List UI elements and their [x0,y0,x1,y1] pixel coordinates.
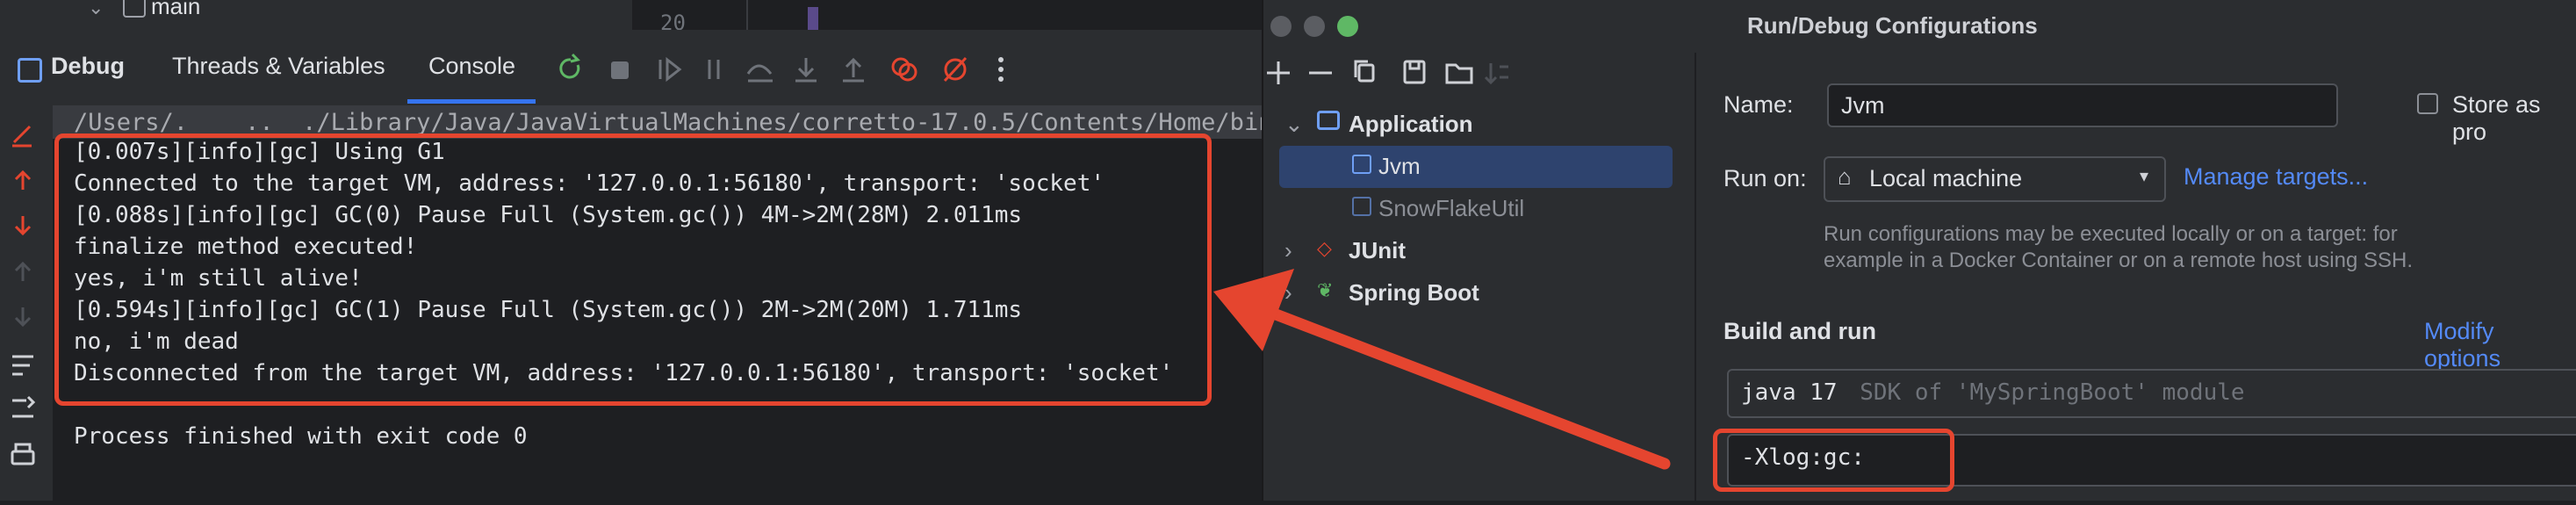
console-left-rail [0,105,53,501]
zoom-window-button[interactable] [1337,16,1358,37]
manage-targets-link[interactable]: Manage targets... [2184,163,2368,191]
step-out-icon[interactable] [843,57,864,83]
folder-icon[interactable] [1445,63,1473,84]
print-icon[interactable] [11,443,35,465]
pencil-icon[interactable] [12,125,32,148]
debug-tool-title: Debug [51,53,125,79]
resume-icon[interactable] [658,56,682,83]
mute-breakpoints-icon[interactable] [943,56,968,83]
build-and-run-heading: Build and run [1723,318,1876,344]
view-breakpoints-icon[interactable] [891,57,917,82]
tree-item-snowflakeutil[interactable]: SnowFlakeUtil [1378,195,1524,222]
scroll-to-end-icon[interactable] [12,395,36,418]
console-exit-line: Process finished with exit code 0 [74,423,528,450]
close-window-button[interactable] [1270,16,1292,37]
tree-item-junit[interactable]: JUnit [1349,237,1406,264]
config-tree-toolbar [1267,60,1508,85]
dialog-title: Run/Debug Configurations [1747,12,2038,39]
sort-icon[interactable] [1484,63,1508,85]
name-field[interactable]: Jvm [1827,83,2338,127]
store-as-project-checkbox[interactable] [2417,93,2438,114]
add-icon[interactable] [1267,61,1290,84]
application-icon [1317,111,1340,130]
chevron-right-icon[interactable]: › [1284,237,1292,264]
run-on-hint-line: Run configurations may be executed local… [1824,222,2398,246]
arrow-up-icon[interactable] [14,170,32,190]
run-on-label: Run on: [1723,165,1807,191]
stop-icon[interactable] [611,61,629,79]
chevron-right-icon[interactable]: › [1284,279,1292,307]
tab-threads-variables[interactable]: Threads & Variables [172,53,385,80]
gc-log-highlight-box [54,133,1212,406]
run-on-value: Local machine [1869,165,2023,191]
editor-caret [808,7,818,30]
arrow-up-disabled-icon[interactable] [14,261,32,281]
debug-icon [18,58,42,83]
copy-icon[interactable] [1354,60,1375,83]
tree-item-jvm-selected[interactable] [1279,146,1673,188]
save-icon[interactable] [1403,60,1426,84]
run-on-hint-line: example in a Docker Container or on a re… [1824,249,2414,272]
spring-boot-icon: ❦ [1317,279,1334,301]
chevron-down-icon[interactable]: ⌄ [1284,111,1304,138]
home-icon: ⌂ [1838,163,1852,190]
jdk-value: java 17 [1741,379,1838,406]
chevron-down-icon[interactable]: ▾ [2140,165,2148,187]
step-into-icon[interactable] [795,58,817,83]
gutter-divider [746,0,748,30]
tree-item-main[interactable]: main [151,0,200,20]
editor-strip [632,0,1264,30]
arrow-down-icon[interactable] [14,216,32,236]
pause-icon[interactable] [708,60,720,79]
vm-options-highlight-box [1713,429,1954,492]
java-command-path: /Users/. .. ./Library/Java/JavaVirtualMa… [74,109,1287,136]
store-as-project-label: Store as pro [2452,91,2541,145]
tree-item-spring-boot[interactable]: Spring Boot [1349,279,1479,307]
folder-icon [123,0,146,18]
run-on-select[interactable]: Local machine [1824,156,2166,202]
jdk-select[interactable]: java 17 SDK of 'MySpringBoot' module [1727,369,2576,418]
step-over-icon[interactable] [746,64,773,83]
more-icon[interactable] [998,57,1004,82]
name-label: Name: [1723,91,1794,118]
debug-toolbar: Debug Threads & Variables Console [0,30,1264,106]
active-tab-indicator [407,99,536,104]
debug-actions [559,53,1004,83]
chevron-down-icon[interactable]: ⌄ [88,0,104,19]
app-config-icon [1352,197,1371,216]
dialog-panel-divider [1695,53,1696,501]
modify-options-link[interactable]: Modify options [2424,318,2576,372]
junit-icon: ◇ [1317,237,1332,259]
tree-item-jvm[interactable]: Jvm [1378,153,1421,180]
arrow-down-disabled-icon[interactable] [14,307,32,328]
jdk-hint: SDK of 'MySpringBoot' module [1860,379,2245,406]
tree-item-application[interactable]: Application [1349,111,1473,138]
tab-console[interactable]: Console [428,53,515,80]
rerun-icon[interactable] [559,53,580,79]
app-config-icon [1352,155,1371,174]
soft-wrap-icon[interactable] [12,355,33,376]
minimize-window-button[interactable] [1304,16,1325,37]
